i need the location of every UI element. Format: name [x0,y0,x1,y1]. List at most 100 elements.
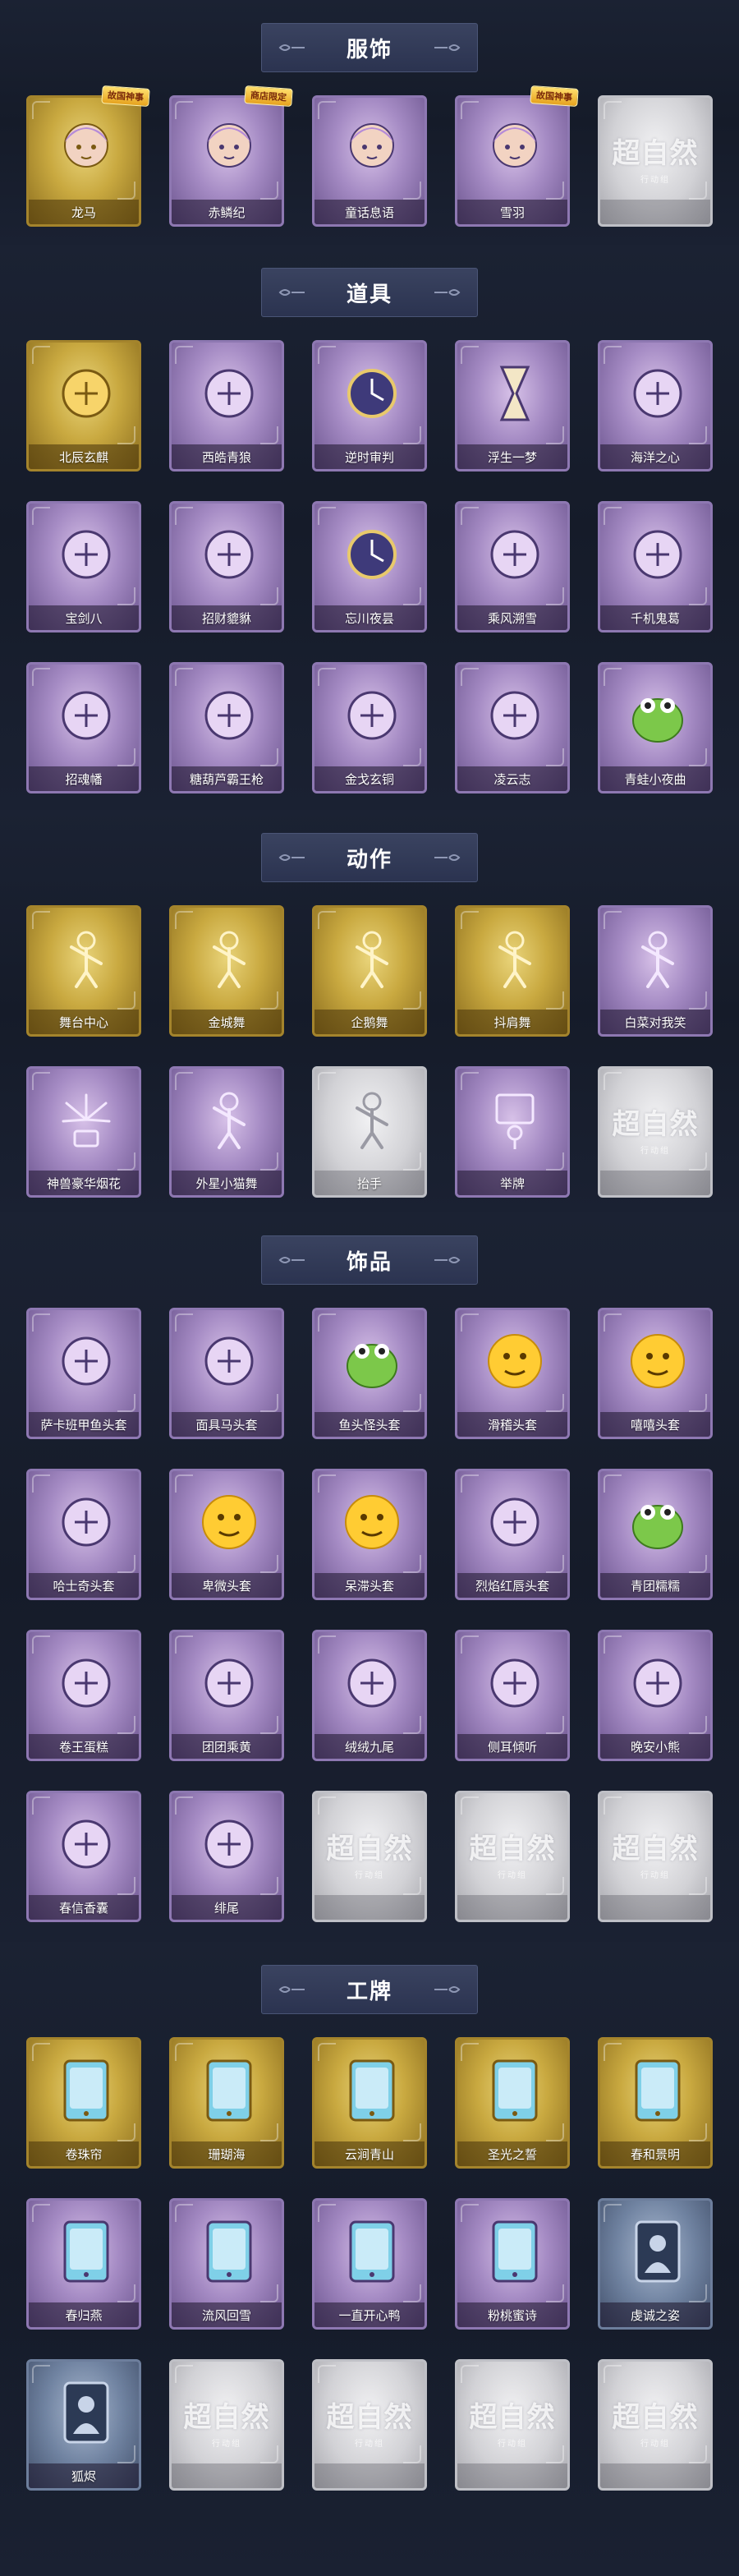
item-card[interactable]: 招魂幡 [21,659,146,797]
frame-corner [604,2365,622,2383]
item-card[interactable]: 云涧青山 [307,2034,432,2172]
pose-figure-icon [336,922,408,995]
item-card[interactable]: 舞台中心 [21,902,146,1040]
locked-item-card[interactable]: 超自然 行动组 [307,1787,432,1925]
item-card[interactable]: 流风回雪 [164,2195,289,2333]
item-card[interactable]: 烈焰红唇头套 [450,1465,575,1603]
item-label: 云涧青山 [344,2146,394,2162]
item-card[interactable]: 外星小猫舞 [164,1063,289,1201]
item-card[interactable]: 哈士奇头套 [21,1465,146,1603]
item-label-strip: 金城舞 [172,1010,282,1034]
badge-card-icon [336,2054,408,2127]
item-card[interactable]: 忘川夜昙 [307,498,432,636]
item-label-strip: 白菜对我笑 [600,1010,710,1034]
item-card[interactable]: 逆时审判 [307,337,432,475]
item-label-strip [600,2463,710,2488]
item-card[interactable]: 面具马头套 [164,1304,289,1442]
section-title: 饰品 [346,1249,392,1275]
section-0: 服饰 龙马 故国神事 赤鳞纪 商店限定 童话息语 雪羽 故国神事 超自然 行动组 [0,0,739,245]
item-card[interactable]: 晚安小熊 [593,1626,718,1764]
ornament-left-icon [273,851,306,864]
clock-orb-icon [336,357,408,430]
item-card[interactable]: 春归燕 [21,2195,146,2333]
item-card[interactable]: 鱼头怪头套 [307,1304,432,1442]
locked-item-card[interactable]: 超自然 行动组 [164,2356,289,2494]
frame-corner [32,668,50,686]
item-card[interactable]: 雪羽 故国神事 [450,85,579,230]
item-card[interactable]: 一直开心鸭 [307,2195,432,2333]
locked-item-card[interactable]: 超自然 行动组 [593,1063,718,1201]
item-card[interactable]: 卑微头套 [164,1465,289,1603]
item-card[interactable]: 龙马 故国神事 [21,85,150,230]
item-card[interactable]: 海洋之心 [593,337,718,475]
item-card[interactable]: 企鹅舞 [307,902,432,1040]
card-frame: 晚安小熊 [598,1630,713,1761]
item-label: 浮生一梦 [487,449,537,465]
item-card[interactable]: 招财貔貅 [164,498,289,636]
item-card[interactable]: 圣光之誓 [450,2034,575,2172]
frame-corner [318,1072,336,1090]
item-card[interactable]: 萨卡班甲鱼头套 [21,1304,146,1442]
card-frame: 神兽豪华烟花 [26,1066,141,1198]
item-card[interactable]: 凌云志 [450,659,575,797]
card-frame: 春归燕 [26,2198,141,2330]
item-card[interactable]: 团团乘黄 [164,1626,289,1764]
dazed-emoji-icon [336,1486,408,1558]
frame-corner [32,2043,50,2061]
item-card[interactable]: 神兽豪华烟花 [21,1063,146,1201]
item-card[interactable]: 卷王蛋糕 [21,1626,146,1764]
item-card[interactable]: 乘风溯雪 [450,498,575,636]
frame-corner [175,1796,193,1815]
item-card[interactable]: 青蛙小夜曲 [593,659,718,797]
item-card[interactable]: 珊瑚海 [164,2034,289,2172]
item-card[interactable]: 童话息语 [307,92,432,230]
item-card[interactable]: 呆滞头套 [307,1465,432,1603]
locked-item-card[interactable]: 超自然 行动组 [450,2356,575,2494]
locked-item-card[interactable]: 超自然 行动组 [450,1787,575,1925]
item-card[interactable]: 滑稽头套 [450,1304,575,1442]
item-card[interactable]: 宝剑八 [21,498,146,636]
item-card[interactable]: 粉桃蜜诗 [450,2195,575,2333]
card-frame: 浮生一梦 [455,340,570,472]
ribbon-icon [479,679,551,752]
item-card[interactable]: 赤鳞纪 商店限定 [164,85,293,230]
item-card[interactable]: 西皓青狼 [164,337,289,475]
item-card[interactable]: 虔诚之姿 [593,2195,718,2333]
item-card[interactable]: 绯尾 [164,1787,289,1925]
item-card[interactable]: 侧耳倾听 [450,1626,575,1764]
logo-text: 超自然 [326,2401,413,2434]
item-card[interactable]: 白菜对我笑 [593,902,718,1040]
item-label-strip: 狐烬 [29,2463,139,2488]
locked-item-card[interactable]: 超自然 行动组 [307,2356,432,2494]
item-card[interactable]: 浮生一梦 [450,337,575,475]
item-card[interactable]: 抬手 [307,1063,432,1201]
item-card[interactable]: 举牌 [450,1063,575,1201]
item-card[interactable]: 狐烬 [21,2356,146,2494]
item-card[interactable]: 卷珠帘 [21,2034,146,2172]
item-card[interactable]: 北辰玄麒 [21,337,146,475]
pose-figure-icon [622,922,694,995]
item-card[interactable]: 糖葫芦霸王枪 [164,659,289,797]
item-card[interactable]: 嘻嘻头套 [593,1304,718,1442]
locked-item-card[interactable]: 超自然 行动组 [593,2356,718,2494]
locked-item-card[interactable]: 超自然 行动组 [593,92,718,230]
item-card[interactable]: 青团糯糯 [593,1465,718,1603]
item-card[interactable]: 绒绒九尾 [307,1626,432,1764]
item-label-strip: 粉桃蜜诗 [457,2302,567,2327]
item-label-strip: 赤鳞纪 [172,200,282,224]
item-card[interactable]: 春和景明 [593,2034,718,2172]
item-card[interactable]: 千机鬼葛 [593,498,718,636]
item-card[interactable]: 春信香囊 [21,1787,146,1925]
item-card[interactable]: 金城舞 [164,902,289,1040]
item-label: 龙马 [71,205,96,220]
locked-item-card[interactable]: 超自然 行动组 [593,1787,718,1925]
frame-corner [461,507,479,525]
item-card[interactable]: 金戈玄铜 [307,659,432,797]
frame-corner [175,911,193,929]
item-card[interactable]: 抖肩舞 [450,902,575,1040]
logo-text: 超自然 [612,2401,699,2434]
pose-figure-icon [336,1083,408,1156]
item-label-strip: 虔诚之姿 [600,2302,710,2327]
placeholder-logo: 超自然 行动组 [314,1826,425,1880]
card-frame: 超自然 行动组 [455,2359,570,2491]
